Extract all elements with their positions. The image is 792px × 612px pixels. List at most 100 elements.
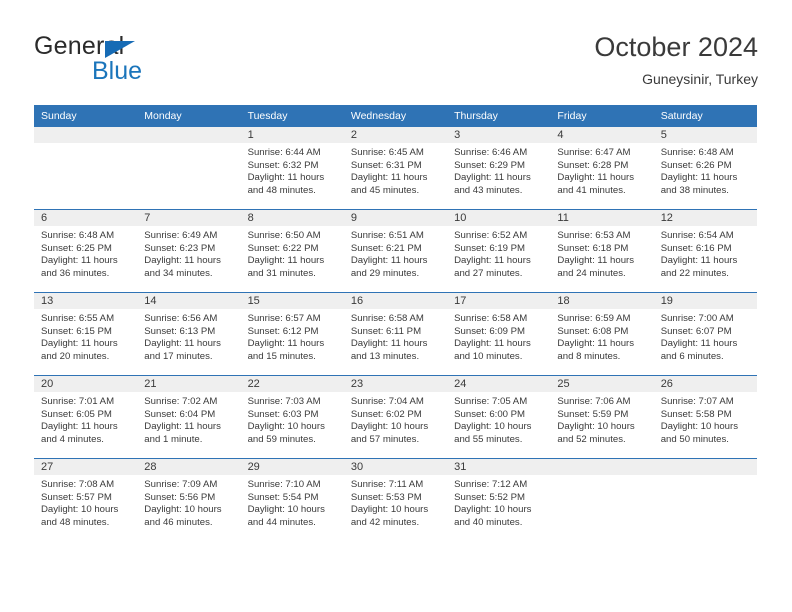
day-cell-inner: 17 Sunrise: 6:58 AM Sunset: 6:09 PM Dayligh… bbox=[447, 293, 551, 375]
calendar-day-cell[interactable]: 2 Sunrise: 6:45 AM Sunset: 6:31 PM Daylight… bbox=[343, 127, 448, 210]
day-number: 24 bbox=[447, 376, 551, 392]
calendar-day-cell[interactable] bbox=[653, 458, 757, 541]
logo-text-blue: Blue bbox=[92, 57, 143, 85]
calendar-day-cell[interactable]: 28 Sunrise: 7:09 AM Sunset: 5:56 PM Dayligh… bbox=[137, 458, 241, 541]
sunset-text: Sunset: 6:19 PM bbox=[454, 242, 526, 254]
day-cell-details: Sunrise: 6:55 AM Sunset: 6:15 PM Daylight:… bbox=[34, 309, 137, 363]
calendar-day-cell[interactable]: 1 Sunrise: 6:44 AM Sunset: 6:32 PM Daylight… bbox=[240, 127, 344, 210]
day-cell-inner: 2 Sunrise: 6:45 AM Sunset: 6:31 PM Daylight… bbox=[343, 127, 448, 209]
sunset-text: Sunset: 5:59 PM bbox=[557, 408, 629, 420]
general-blue-logo[interactable]: General Blue bbox=[34, 32, 234, 92]
sunset-text: Sunset: 6:08 PM bbox=[557, 325, 629, 337]
sunrise-text: Sunrise: 7:03 AM bbox=[247, 396, 321, 407]
sunrise-text: Sunrise: 6:58 AM bbox=[350, 313, 424, 324]
day-cell-inner: 23 Sunrise: 7:04 AM Sunset: 6:02 PM Dayligh… bbox=[343, 376, 448, 458]
day-cell-inner: 30 Sunrise: 7:11 AM Sunset: 5:53 PM Dayligh… bbox=[343, 459, 448, 541]
calendar-day-cell[interactable] bbox=[550, 458, 654, 541]
day-number: 27 bbox=[34, 459, 138, 475]
month-calendar-table: Sunday Monday Tuesday Wednesday Thursday… bbox=[34, 105, 757, 541]
calendar-day-cell[interactable]: 17 Sunrise: 6:58 AM Sunset: 6:09 PM Dayligh… bbox=[447, 292, 551, 376]
calendar-day-cell[interactable]: 22 Sunrise: 7:03 AM Sunset: 6:03 PM Dayligh… bbox=[240, 375, 344, 459]
sunrise-text: Sunrise: 6:45 AM bbox=[350, 147, 424, 158]
day-number: 26 bbox=[653, 376, 757, 392]
sunset-text: Sunset: 6:22 PM bbox=[247, 242, 319, 254]
day-cell-inner: 12 Sunrise: 6:54 AM Sunset: 6:16 PM Dayligh… bbox=[653, 210, 757, 292]
calendar-day-cell[interactable]: 27 Sunrise: 7:08 AM Sunset: 5:57 PM Dayligh… bbox=[34, 458, 138, 541]
day-cell-inner: 24 Sunrise: 7:05 AM Sunset: 6:00 PM Dayligh… bbox=[447, 376, 551, 458]
calendar-day-cell[interactable]: 26 Sunrise: 7:07 AM Sunset: 5:58 PM Dayligh… bbox=[653, 375, 757, 459]
calendar-day-cell[interactable]: 13 Sunrise: 6:55 AM Sunset: 6:15 PM Dayligh… bbox=[34, 292, 138, 376]
calendar-day-cell[interactable]: 4 Sunrise: 6:47 AM Sunset: 6:28 PM Daylight… bbox=[550, 127, 654, 210]
day-cell-inner: 11 Sunrise: 6:53 AM Sunset: 6:18 PM Dayligh… bbox=[550, 210, 654, 292]
day-cell-details: Sunrise: 6:52 AM Sunset: 6:19 PM Daylight:… bbox=[447, 226, 550, 280]
day-cell-details: Sunrise: 7:05 AM Sunset: 6:00 PM Daylight:… bbox=[447, 392, 550, 446]
day-number: 8 bbox=[240, 210, 344, 226]
calendar-day-cell[interactable]: 19 Sunrise: 7:00 AM Sunset: 6:07 PM Dayligh… bbox=[653, 292, 757, 376]
daylight-text: Daylight: 11 hours and 41 minutes. bbox=[557, 172, 635, 196]
calendar-day-cell[interactable]: 10 Sunrise: 6:52 AM Sunset: 6:19 PM Dayligh… bbox=[447, 209, 551, 293]
sunrise-text: Sunrise: 6:59 AM bbox=[557, 313, 631, 324]
calendar-day-cell[interactable]: 5 Sunrise: 6:48 AM Sunset: 6:26 PM Daylight… bbox=[653, 127, 757, 210]
calendar-day-cell[interactable]: 3 Sunrise: 6:46 AM Sunset: 6:29 PM Daylight… bbox=[447, 127, 551, 210]
calendar-day-cell[interactable]: 31 Sunrise: 7:12 AM Sunset: 5:52 PM Dayligh… bbox=[447, 458, 551, 541]
sunrise-text: Sunrise: 6:53 AM bbox=[557, 230, 631, 241]
calendar-day-cell[interactable]: 6 Sunrise: 6:48 AM Sunset: 6:25 PM Daylight… bbox=[34, 209, 138, 293]
calendar-day-cell[interactable]: 23 Sunrise: 7:04 AM Sunset: 6:02 PM Dayligh… bbox=[343, 375, 448, 459]
weekday-header-friday: Friday bbox=[550, 105, 654, 127]
sunrise-text: Sunrise: 6:48 AM bbox=[660, 147, 734, 158]
sunset-text: Sunset: 6:28 PM bbox=[557, 159, 629, 171]
calendar-day-cell[interactable]: 30 Sunrise: 7:11 AM Sunset: 5:53 PM Dayligh… bbox=[343, 458, 448, 541]
sunrise-text: Sunrise: 6:48 AM bbox=[41, 230, 115, 241]
calendar-day-cell[interactable]: 8 Sunrise: 6:50 AM Sunset: 6:22 PM Daylight… bbox=[240, 209, 344, 293]
day-cell-details: Sunrise: 6:50 AM Sunset: 6:22 PM Daylight:… bbox=[241, 226, 344, 280]
sunset-text: Sunset: 6:32 PM bbox=[247, 159, 319, 171]
day-number: 1 bbox=[240, 127, 344, 143]
calendar-day-cell[interactable]: 12 Sunrise: 6:54 AM Sunset: 6:16 PM Dayligh… bbox=[653, 209, 757, 293]
sunrise-text: Sunrise: 6:57 AM bbox=[247, 313, 321, 324]
calendar-day-cell[interactable]: 21 Sunrise: 7:02 AM Sunset: 6:04 PM Dayligh… bbox=[137, 375, 241, 459]
day-cell-details: Sunrise: 6:51 AM Sunset: 6:21 PM Daylight:… bbox=[344, 226, 447, 280]
calendar-day-cell[interactable]: 29 Sunrise: 7:10 AM Sunset: 5:54 PM Dayligh… bbox=[240, 458, 344, 541]
calendar-day-cell[interactable]: 14 Sunrise: 6:56 AM Sunset: 6:13 PM Dayligh… bbox=[137, 292, 241, 376]
sunset-text: Sunset: 6:04 PM bbox=[144, 408, 216, 420]
calendar-day-cell[interactable]: 24 Sunrise: 7:05 AM Sunset: 6:00 PM Dayligh… bbox=[447, 375, 551, 459]
sunset-text: Sunset: 5:57 PM bbox=[41, 491, 112, 503]
day-number: 20 bbox=[34, 376, 138, 392]
day-number: 25 bbox=[550, 376, 654, 392]
daylight-text: Daylight: 11 hours and 8 minutes. bbox=[557, 338, 635, 362]
day-cell-details: Sunrise: 7:06 AM Sunset: 5:59 PM Daylight:… bbox=[550, 392, 653, 446]
day-cell-inner: 13 Sunrise: 6:55 AM Sunset: 6:15 PM Dayligh… bbox=[34, 293, 138, 375]
day-cell-details: Sunrise: 6:49 AM Sunset: 6:23 PM Daylight:… bbox=[137, 226, 240, 280]
calendar-day-cell[interactable]: 20 Sunrise: 7:01 AM Sunset: 6:05 PM Dayligh… bbox=[34, 375, 138, 459]
calendar-day-cell[interactable]: 9 Sunrise: 6:51 AM Sunset: 6:21 PM Daylight… bbox=[343, 209, 448, 293]
calendar-day-cell[interactable]: 25 Sunrise: 7:06 AM Sunset: 5:59 PM Dayligh… bbox=[550, 375, 654, 459]
sunrise-text: Sunrise: 7:12 AM bbox=[454, 479, 528, 490]
day-cell-inner bbox=[34, 127, 138, 209]
day-number: 16 bbox=[343, 293, 448, 309]
sunset-text: Sunset: 5:56 PM bbox=[144, 491, 216, 503]
calendar-day-cell[interactable] bbox=[137, 127, 241, 210]
calendar-day-cell[interactable]: 18 Sunrise: 6:59 AM Sunset: 6:08 PM Dayligh… bbox=[550, 292, 654, 376]
day-cell-inner: 19 Sunrise: 7:00 AM Sunset: 6:07 PM Dayligh… bbox=[653, 293, 757, 375]
sunset-text: Sunset: 6:18 PM bbox=[557, 242, 629, 254]
sunset-text: Sunset: 6:23 PM bbox=[144, 242, 216, 254]
day-cell-inner bbox=[653, 459, 757, 541]
day-number: 4 bbox=[550, 127, 654, 143]
day-cell-details: Sunrise: 7:02 AM Sunset: 6:04 PM Daylight:… bbox=[137, 392, 240, 446]
sunrise-text: Sunrise: 6:47 AM bbox=[557, 147, 631, 158]
calendar-day-cell[interactable] bbox=[34, 127, 138, 210]
sunset-text: Sunset: 6:29 PM bbox=[454, 159, 526, 171]
day-cell-inner: 28 Sunrise: 7:09 AM Sunset: 5:56 PM Dayligh… bbox=[137, 459, 241, 541]
day-cell-details: Sunrise: 6:53 AM Sunset: 6:18 PM Daylight:… bbox=[550, 226, 653, 280]
sunset-text: Sunset: 6:15 PM bbox=[41, 325, 112, 337]
weekday-header-tuesday: Tuesday bbox=[240, 105, 344, 127]
day-cell-details: Sunrise: 6:57 AM Sunset: 6:12 PM Daylight:… bbox=[241, 309, 344, 363]
calendar-day-cell[interactable]: 7 Sunrise: 6:49 AM Sunset: 6:23 PM Daylight… bbox=[137, 209, 241, 293]
calendar-day-cell[interactable]: 15 Sunrise: 6:57 AM Sunset: 6:12 PM Dayligh… bbox=[240, 292, 344, 376]
daylight-text: Daylight: 11 hours and 17 minutes. bbox=[144, 338, 221, 362]
day-cell-inner: 3 Sunrise: 6:46 AM Sunset: 6:29 PM Daylight… bbox=[447, 127, 551, 209]
calendar-day-cell[interactable]: 16 Sunrise: 6:58 AM Sunset: 6:11 PM Dayligh… bbox=[343, 292, 448, 376]
daylight-text: Daylight: 11 hours and 20 minutes. bbox=[41, 338, 118, 362]
calendar-day-cell[interactable]: 11 Sunrise: 6:53 AM Sunset: 6:18 PM Dayligh… bbox=[550, 209, 654, 293]
daylight-text: Daylight: 11 hours and 4 minutes. bbox=[41, 421, 118, 445]
